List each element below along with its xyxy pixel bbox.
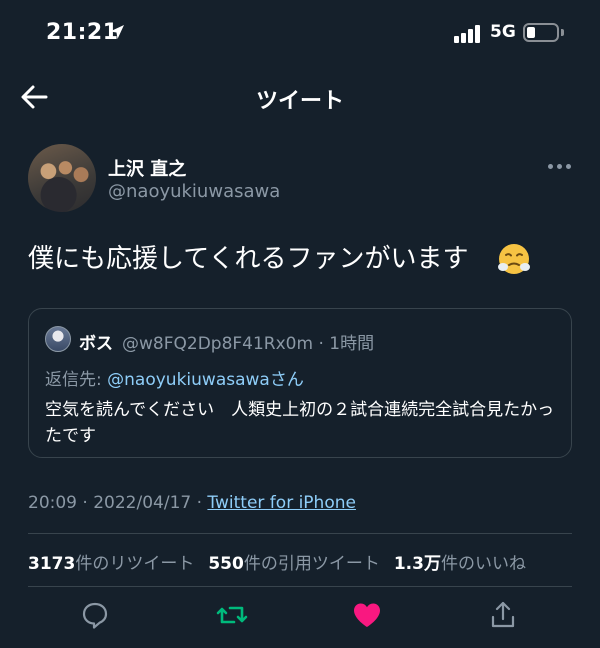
quotes-label: 件の引用ツイート	[243, 554, 380, 574]
reply-to-suffix: さん	[269, 370, 304, 390]
share-icon	[491, 601, 515, 628]
tweet-source-link[interactable]: Twitter for iPhone	[207, 493, 356, 513]
retweets-count: 3173	[28, 554, 76, 574]
tweet-timestamp: 20:09 · 2022/04/17 · Twitter for iPhone	[28, 493, 356, 513]
reply-to-mention[interactable]: @naoyukiuwasawa	[107, 370, 270, 390]
retweets-label: 件のリツイート	[75, 554, 195, 574]
retweet-icon	[216, 606, 248, 624]
page-title: ツイート	[255, 89, 344, 114]
quoted-author-avatar	[45, 326, 71, 352]
author-username[interactable]: @naoyukiuwasawa	[108, 181, 280, 202]
signal-icon	[454, 23, 484, 43]
share-button[interactable]	[488, 600, 518, 630]
status-bar: 21:21 5G	[0, 0, 600, 66]
likes-count: 1.3万	[393, 554, 441, 574]
likes-label: 件のいいね	[440, 554, 526, 574]
quotes-stat[interactable]: 550件の引用ツイート	[208, 554, 380, 574]
battery-icon	[523, 23, 559, 42]
quoted-author-handle-time: @w8FQ2Dp8F41Rx0m · 1時間	[122, 334, 375, 354]
reply-to-line: 返信先: @naoyukiuwasawaさん	[45, 365, 304, 390]
reply-button[interactable]	[80, 600, 110, 630]
action-bar	[0, 596, 600, 636]
tweet-text: 僕にも応援してくれるファンがいます	[28, 244, 469, 274]
reply-to-prefix: 返信先:	[45, 370, 108, 390]
nav-bar: ツイート	[0, 66, 600, 126]
quotes-count: 550	[208, 554, 244, 574]
battery-tip	[561, 29, 564, 36]
like-button[interactable]	[352, 600, 382, 630]
heart-icon	[354, 603, 380, 627]
tweet-time: 20:09	[28, 493, 77, 513]
author-avatar[interactable]	[28, 144, 96, 212]
engagement-stats: 3173件のリツイート 550件の引用ツイート 1.3万件のいいね	[28, 549, 526, 574]
quoted-author-name: ボス	[79, 334, 113, 354]
meta-separator-1: ·	[77, 493, 94, 513]
location-arrow-icon	[110, 25, 124, 39]
retweet-button[interactable]	[216, 600, 248, 630]
network-type: 5G	[490, 22, 516, 42]
retweets-stat[interactable]: 3173件のリツイート	[28, 554, 194, 574]
divider	[28, 586, 572, 587]
steam-from-nose-emoji	[498, 244, 530, 274]
meta-separator-2: ·	[191, 493, 208, 513]
divider	[28, 533, 572, 534]
quoted-tweet-text: 空気を読んでください 人類史上初の２試合連続完全試合見たかったです	[45, 400, 555, 446]
quoted-tweet-card[interactable]: ボス @w8FQ2Dp8F41Rx0m · 1時間 返信先: @naoyukiu…	[28, 308, 572, 458]
author-display-name[interactable]: 上沢 直之	[108, 155, 186, 181]
speech-bubble-icon	[82, 602, 108, 629]
tweet-date: 2022/04/17	[93, 493, 192, 513]
more-button[interactable]	[546, 154, 574, 178]
likes-stat[interactable]: 1.3万件のいいね	[394, 554, 526, 574]
